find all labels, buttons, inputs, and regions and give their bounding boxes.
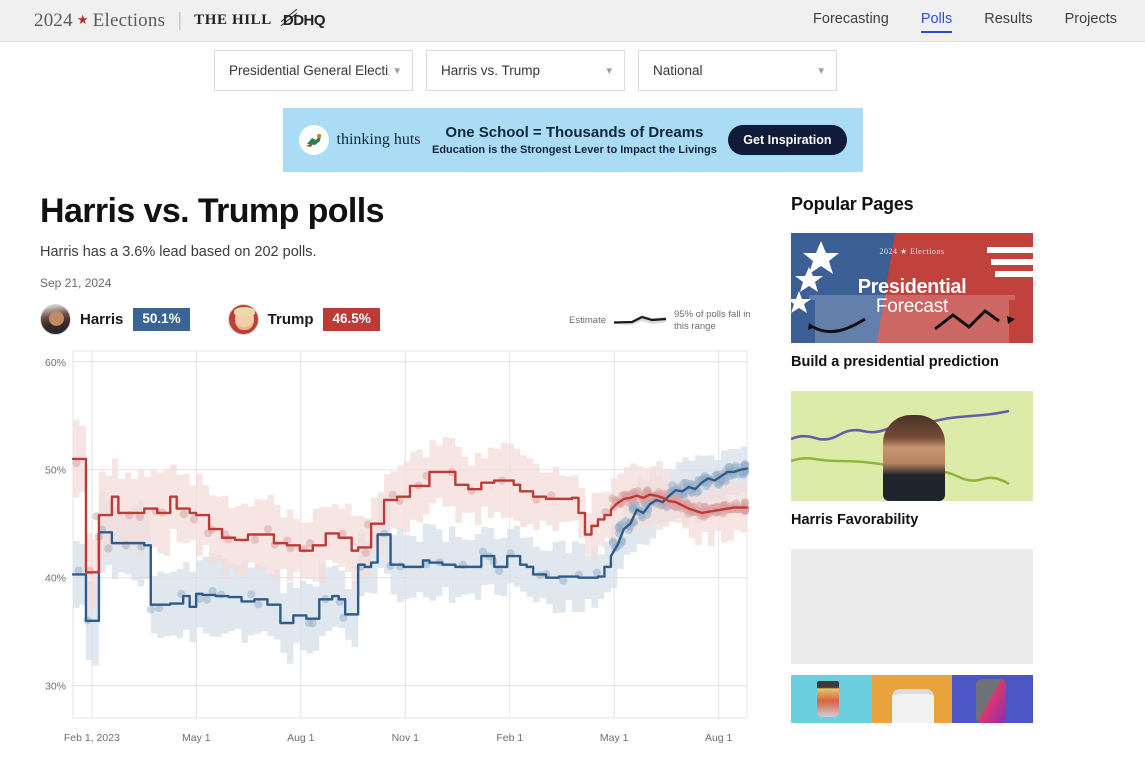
polling-chart-svg[interactable]: 30% 40% 50% 60% Feb 1, 2023 May 1 Aug 1 Nov 1 Fe… (40, 343, 752, 748)
favorability-card-caption[interactable]: Harris Favorability (791, 512, 1033, 528)
forecast-card-caption[interactable]: Build a presidential prediction (791, 354, 1033, 370)
estimate-label: Estimate (569, 315, 606, 327)
sidebar-heading: Popular Pages (791, 194, 914, 214)
sidebar-card-forecast[interactable]: 2024 ★ Elections Presidential Forecast B… (791, 233, 1033, 370)
race-type-select[interactable]: Presidential General Electi ▾ (214, 50, 413, 91)
polling-chart[interactable]: 30% 40% 50% 60% Feb 1, 2023 May 1 Aug 1 Nov 1 Fe… (40, 343, 752, 748)
svg-text:60%: 60% (45, 356, 66, 368)
presidential-forecast-thumb[interactable]: 2024 ★ Elections Presidential Forecast (791, 233, 1033, 343)
nav-item-projects[interactable]: Projects (1065, 11, 1117, 31)
forecast-thumb-subtitle: Forecast (875, 296, 949, 317)
phone-ad[interactable] (952, 675, 1033, 723)
harris-value-badge: 50.1% (133, 307, 190, 331)
svg-text:Feb 1: Feb 1 (496, 732, 523, 744)
ddhq-logo: DDHQ (280, 9, 326, 34)
matchup-select[interactable]: Harris vs. Trump ▾ (426, 50, 625, 91)
brand-elections: 2024 ★ Elections (34, 10, 165, 32)
harris-name: Harris (80, 310, 124, 328)
ad-placeholder (791, 549, 1033, 664)
svg-text:30%: 30% (45, 680, 66, 692)
range-label-line1: 95% of polls fall (674, 309, 741, 321)
harris-favorability-thumb[interactable] (791, 391, 1033, 501)
brand-year: 2024 (34, 9, 73, 31)
bird-glyph (305, 134, 321, 147)
geography-select[interactable]: National ▾ (638, 50, 837, 91)
chart-legend: Estimate 95% of polls fall in this range (569, 305, 752, 333)
matchup-value: Harris vs. Trump (441, 63, 541, 78)
trump-name: Trump (267, 310, 314, 328)
trump-value-badge: 46.5% (323, 307, 380, 331)
trump-avatar (227, 303, 259, 335)
filter-bar: Presidential General Electi ▾ Harris vs.… (0, 50, 1145, 91)
forecast-thumb-title: Presidential (857, 276, 967, 298)
site-brand[interactable]: 2024 ★ Elections | THE HILL DDHQ (34, 9, 326, 34)
svg-text:40%: 40% (45, 572, 66, 584)
page-subtitle: Harris has a 3.6% lead based on 202 poll… (40, 243, 317, 260)
page-body: Harris vs. Trump polls Harris has a 3.6%… (0, 192, 1145, 748)
svg-text:May 1: May 1 (600, 732, 629, 744)
forecast-thumb-eyebrow: 2024 ★ Elections (879, 247, 945, 256)
ad-logo: thinking huts (298, 125, 421, 155)
svg-text:Nov 1: Nov 1 (392, 732, 420, 744)
main-column: Harris vs. Trump polls Harris has a 3.6%… (40, 192, 752, 748)
ad-copy: One School = Thousands of Dreams Educati… (421, 124, 729, 155)
nav-item-forecasting[interactable]: Forecasting (813, 11, 889, 31)
range-label: 95% of polls fall in this range (674, 309, 752, 333)
ad-cta-button[interactable]: Get Inspiration (728, 125, 847, 155)
estimate-band-icon (613, 315, 667, 326)
poll-date: Sep 21, 2024 (40, 275, 112, 290)
main-nav: Forecasting Polls Results Projects (813, 11, 1117, 33)
ad-brand-name: thinking huts (336, 131, 421, 148)
harris-portrait (883, 415, 945, 501)
brand-elections-label: Elections (92, 9, 166, 31)
brand-divider: | (177, 9, 183, 31)
ad-banner[interactable]: thinking huts One School = Thousands of … (282, 108, 863, 172)
candidate-harris[interactable]: Harris 50.1% (40, 303, 190, 335)
star-icon: ★ (76, 11, 89, 27)
geography-value: National (653, 63, 703, 78)
bird-icon (298, 125, 329, 155)
sidebar-card-favorability[interactable]: Harris Favorability (791, 391, 1033, 528)
product-ad-strip[interactable] (791, 675, 1033, 723)
svg-text:Aug 1: Aug 1 (705, 732, 733, 744)
chevron-down-icon: ▾ (606, 65, 612, 77)
bag-ad[interactable] (871, 675, 953, 723)
svg-text:Aug 1: Aug 1 (287, 732, 315, 744)
harris-avatar (40, 303, 71, 335)
candidate-legend: Harris 50.1% Trump 46.5% Estimate 95% of… (40, 303, 752, 335)
nav-item-results[interactable]: Results (984, 11, 1032, 31)
top-header: 2024 ★ Elections | THE HILL DDHQ Forecas… (0, 0, 1145, 42)
ad-headline: One School = Thousands of Dreams (445, 124, 704, 142)
svg-text:50%: 50% (45, 464, 66, 476)
svg-text:Feb 1, 2023: Feb 1, 2023 (64, 732, 120, 744)
race-type-value: Presidential General Electi (229, 63, 389, 78)
page-title: Harris vs. Trump polls (40, 192, 385, 230)
svg-text:May 1: May 1 (182, 732, 211, 744)
the-hill-logo: THE HILL (194, 12, 272, 28)
ad-banner-wrap: thinking huts One School = Thousands of … (0, 108, 1145, 172)
candidate-trump[interactable]: Trump 46.5% (227, 303, 380, 335)
sidebar: Popular Pages 2024 ★ Elections President… (791, 194, 1033, 748)
chevron-down-icon: ▾ (818, 65, 824, 77)
blender-ad[interactable] (791, 675, 872, 723)
nav-item-polls[interactable]: Polls (920, 11, 953, 33)
ad-subline: Education is the Strongest Lever to Impa… (431, 143, 717, 156)
chevron-down-icon: ▾ (394, 65, 400, 77)
